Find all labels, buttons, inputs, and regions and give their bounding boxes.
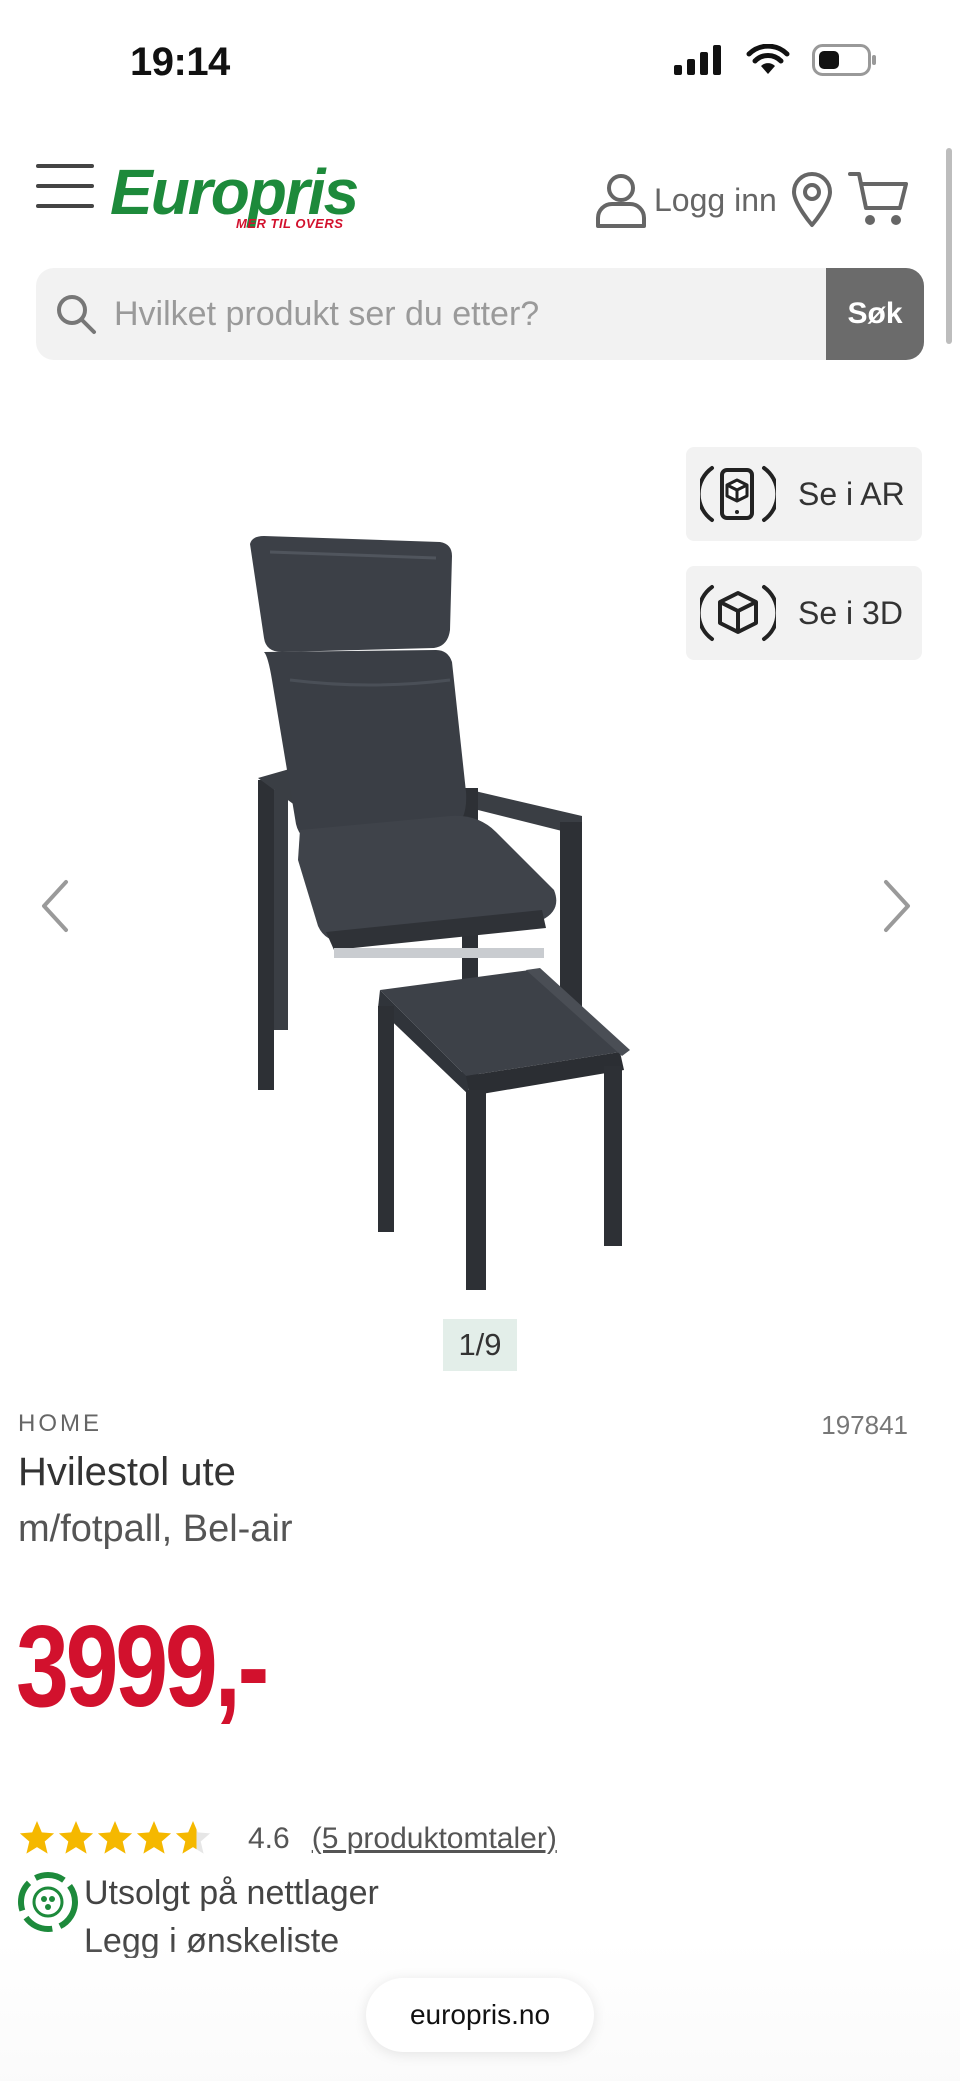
search-button[interactable]: Søk <box>826 268 924 360</box>
hamburger-menu-button[interactable] <box>36 164 94 210</box>
search-input[interactable] <box>110 268 854 360</box>
sustainability-badge-icon <box>18 1872 78 1932</box>
product-sku: 197841 <box>821 1410 908 1440</box>
product-rating[interactable]: 4.6 (5 produktomtaler) <box>18 1820 557 1858</box>
user-icon <box>596 174 646 228</box>
star-icon <box>58 1821 94 1854</box>
menu-icon-line <box>36 164 94 168</box>
3d-label: Se i 3D <box>798 594 903 631</box>
wifi-icon <box>746 44 790 74</box>
star-icon <box>97 1821 133 1854</box>
location-pin-icon <box>792 172 832 227</box>
product-image-recliner-with-footstool[interactable] <box>230 530 730 1290</box>
carousel-prev-button[interactable] <box>38 876 72 946</box>
logo-text: Europris <box>110 156 359 228</box>
product-brand[interactable]: HOME <box>18 1410 102 1438</box>
login-label: Logg inn <box>654 181 777 218</box>
menu-icon-line <box>36 184 94 188</box>
reviews-link[interactable]: (5 produktomtaler) <box>312 1822 557 1856</box>
store-locator-button[interactable] <box>790 172 834 233</box>
menu-icon-line <box>36 204 94 208</box>
rating-stars <box>19 1821 211 1854</box>
status-icons <box>674 44 878 76</box>
product-title: Hvilestol ute <box>18 1450 236 1494</box>
online-stock-status: Utsolgt på nettlager <box>84 1874 379 1912</box>
logo-tagline: MER TIL OVERS <box>236 216 344 231</box>
ar-phone-icon <box>700 466 776 522</box>
browser-url-bar[interactable]: europris.no <box>366 1978 594 2052</box>
search-bar: Søk <box>36 268 924 360</box>
chevron-left-icon <box>42 880 68 932</box>
battery-icon <box>812 44 876 76</box>
shopping-cart-icon <box>848 172 908 225</box>
cart-button[interactable] <box>848 170 910 233</box>
carousel-next-button[interactable] <box>880 876 914 946</box>
ar-label: Se i AR <box>798 475 905 512</box>
signal-icon <box>674 45 721 75</box>
page-scrollbar[interactable] <box>946 148 952 344</box>
search-icon <box>57 295 96 334</box>
star-icon <box>19 1821 55 1854</box>
product-subtitle: m/fotpall, Bel-air <box>18 1508 293 1550</box>
image-counter: 1/9 <box>443 1319 517 1371</box>
product-price: 3999,- <box>16 1601 269 1731</box>
star-icon <box>175 1821 211 1854</box>
star-icon <box>136 1821 172 1854</box>
status-time: 19:14 <box>130 40 230 84</box>
chevron-right-icon <box>884 880 910 932</box>
view-in-ar-button[interactable]: Se i AR <box>686 447 922 541</box>
rating-value: 4.6 <box>248 1822 290 1855</box>
login-button[interactable]: Logg inn <box>594 172 777 228</box>
europris-logo[interactable]: Europris MER TIL OVERS <box>110 156 359 231</box>
